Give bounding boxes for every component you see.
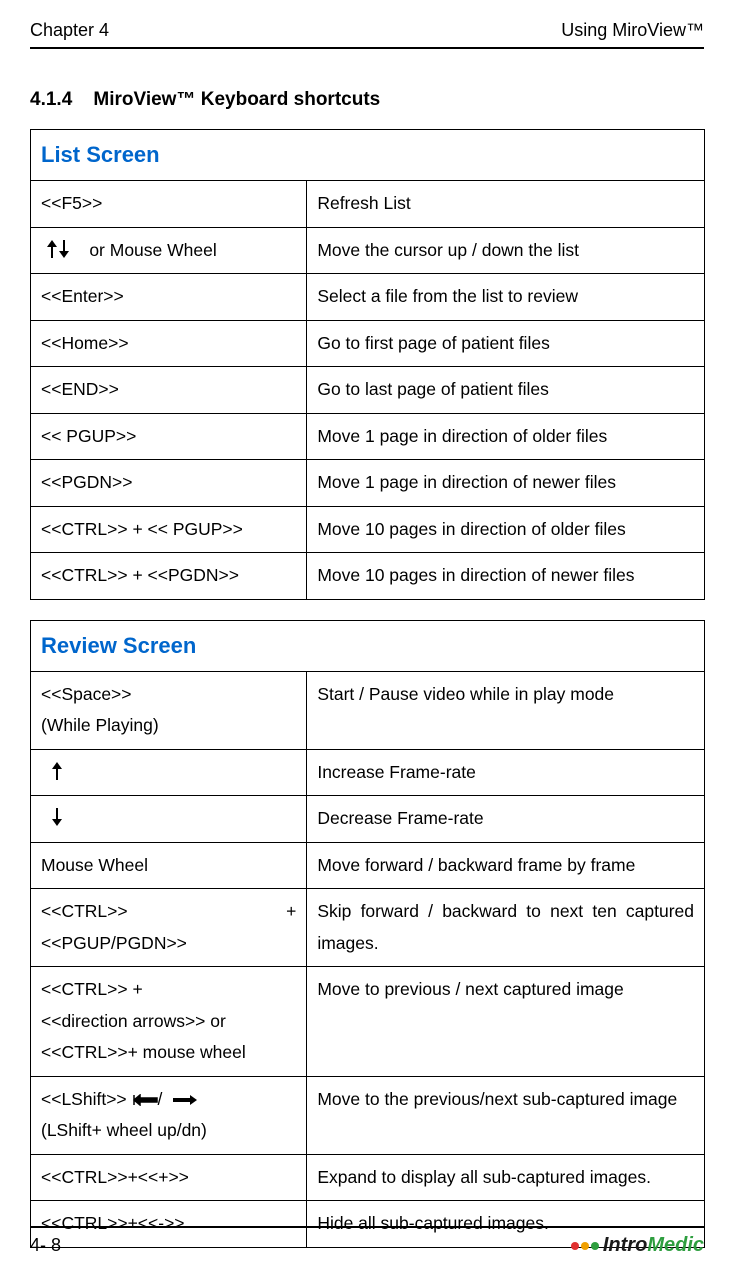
logo-bullet-yellow [581, 1242, 589, 1250]
table-row: or Mouse WheelMove the cursor up / down … [31, 227, 705, 274]
table-row: <<PGDN>>Move 1 page in direction of newe… [31, 460, 705, 507]
table-header-row: Review Screen [31, 620, 705, 671]
table-row: <<Space>>(While Playing)Start / Pause vi… [31, 671, 705, 749]
table-row: Increase Frame-rate [31, 749, 705, 796]
table-row: <<CTRL>> + <<PGDN>>Move 10 pages in dire… [31, 553, 705, 600]
shortcut-key: <<CTRL>> + <<PGDN>> [31, 553, 307, 600]
page-number: 4- 8 [30, 1235, 61, 1256]
logo-bullet-red [571, 1242, 579, 1250]
table-row: <<CTRL>>+<<+>>Expand to display all sub-… [31, 1154, 705, 1201]
shortcut-description: Refresh List [307, 181, 705, 228]
shortcut-key: Mouse Wheel [31, 842, 307, 889]
section-number: 4.1.4 [30, 89, 72, 110]
shortcut-description: Move to the previous/next sub-captured i… [307, 1076, 705, 1154]
shortcut-key: <<CTRL>> + << PGUP>> [31, 506, 307, 553]
table-row: << PGUP>>Move 1 page in direction of old… [31, 413, 705, 460]
shortcut-key: <<PGDN>> [31, 460, 307, 507]
arrow-down-icon [58, 240, 70, 260]
table-row: <<Enter>>Select a file from the list to … [31, 274, 705, 321]
shortcut-description: Increase Frame-rate [307, 749, 705, 796]
footer-logo: IntroMedic [571, 1234, 704, 1257]
shortcut-key [31, 796, 307, 843]
logo-text: IntroMedic [603, 1234, 704, 1257]
review-screen-table: Review Screen <<Space>>(While Playing)St… [30, 620, 705, 1248]
table-row: <<CTRL>> + << PGUP>>Move 10 pages in dir… [31, 506, 705, 553]
shortcut-description: Move 10 pages in direction of newer file… [307, 553, 705, 600]
page-footer: 4- 8 IntroMedic [30, 1226, 704, 1257]
shortcut-description: Move 10 pages in direction of older file… [307, 506, 705, 553]
table-row: <<CTRL>>+<<PGUP/PGDN>>Skip forward / bac… [31, 889, 705, 967]
shortcut-key: <<Space>>(While Playing) [31, 671, 307, 749]
section-heading: 4.1.4 MiroView™ Keyboard shortcuts [30, 89, 704, 111]
logo-bullets [571, 1242, 599, 1250]
table-row: Mouse WheelMove forward / backward frame… [31, 842, 705, 889]
shortcut-key: <<CTRL>>+<<PGUP/PGDN>> [31, 889, 307, 967]
table-row: <<CTRL>> +<<direction arrows>> or<<CTRL>… [31, 967, 705, 1077]
shortcut-key: or Mouse Wheel [31, 227, 307, 274]
shortcut-description: Move 1 page in direction of older files [307, 413, 705, 460]
section-title: MiroView™ Keyboard shortcuts [93, 89, 380, 110]
shortcut-key: <<LShift>> / (LShift+ wheel up/dn) [31, 1076, 307, 1154]
table-row: Decrease Frame-rate [31, 796, 705, 843]
shortcut-description: Select a file from the list to review [307, 274, 705, 321]
shortcut-description: Move forward / backward frame by frame [307, 842, 705, 889]
shortcut-key: <<CTRL>>+<<+>> [31, 1154, 307, 1201]
shortcut-description: Expand to display all sub-captured image… [307, 1154, 705, 1201]
shortcut-description: Skip forward / backward to next ten capt… [307, 889, 705, 967]
shortcut-key [31, 749, 307, 796]
table-header-row: List Screen [31, 130, 705, 181]
table-row: <<END>> Go to last page of patient files [31, 367, 705, 414]
shortcut-key: <<END>> [31, 367, 307, 414]
shortcut-key: << PGUP>> [31, 413, 307, 460]
logo-intro: Intro [603, 1234, 647, 1256]
table-row: <<LShift>> / (LShift+ wheel up/dn)Move t… [31, 1076, 705, 1154]
logo-bullet-green [591, 1242, 599, 1250]
page-title: Using MiroView™ [561, 20, 704, 41]
table-row: <<F5>>Refresh List [31, 181, 705, 228]
shortcut-description: Decrease Frame-rate [307, 796, 705, 843]
shortcut-description: Move to previous / next captured image [307, 967, 705, 1077]
page-header: Chapter 4 Using MiroView™ [30, 20, 704, 49]
shortcut-key: <<Enter>> [31, 274, 307, 321]
shortcut-key: <<Home>> [31, 320, 307, 367]
arrow-up-icon [51, 762, 63, 782]
table-row: <<Home>>Go to first page of patient file… [31, 320, 705, 367]
arrow-up-icon [46, 240, 58, 260]
shortcut-description: Go to last page of patient files [307, 367, 705, 414]
arrow-left-end-icon [132, 1089, 158, 1109]
review-screen-title: Review Screen [31, 620, 705, 671]
arrow-down-icon [51, 808, 63, 828]
arrow-right-end-icon [172, 1089, 198, 1109]
shortcut-key: <<F5>> [31, 181, 307, 228]
shortcut-description: Move the cursor up / down the list [307, 227, 705, 274]
logo-medic: Medic [647, 1234, 704, 1256]
list-screen-title: List Screen [31, 130, 705, 181]
shortcut-description: Start / Pause video while in play mode [307, 671, 705, 749]
list-screen-table: List Screen <<F5>>Refresh List or Mouse … [30, 129, 705, 600]
shortcut-key: <<CTRL>> +<<direction arrows>> or<<CTRL>… [31, 967, 307, 1077]
shortcut-description: Go to first page of patient files [307, 320, 705, 367]
chapter-label: Chapter 4 [30, 20, 109, 41]
shortcut-description: Move 1 page in direction of newer files [307, 460, 705, 507]
